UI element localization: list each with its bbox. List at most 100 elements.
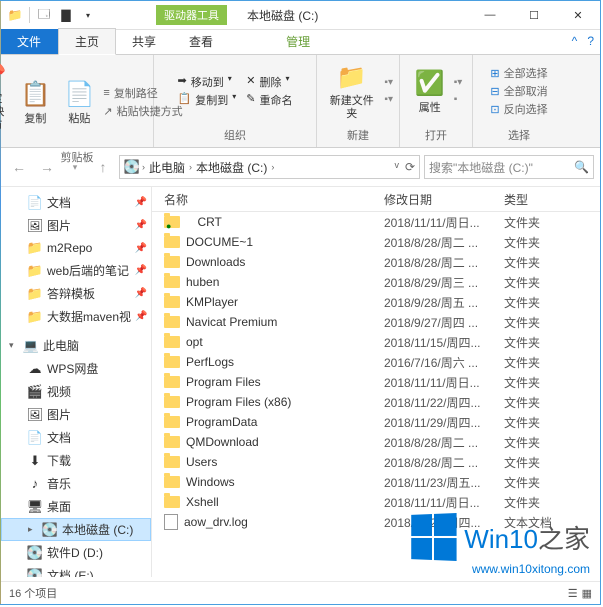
address-box[interactable]: 💽 › 此电脑 › 本地磁盘 (C:) › v ⟳ bbox=[119, 155, 420, 179]
column-headers[interactable]: 名称 修改日期 类型 bbox=[152, 187, 600, 212]
refresh-icon[interactable]: ⟳ bbox=[405, 160, 415, 174]
tree-header[interactable]: ▾💻此电脑 bbox=[1, 334, 151, 357]
maximize-button[interactable]: ☐ bbox=[512, 1, 556, 29]
delete-button[interactable]: ✕删除▾ bbox=[246, 74, 292, 90]
tree-icon: 📁 bbox=[27, 263, 43, 279]
up-button[interactable]: ↑ bbox=[91, 155, 115, 179]
ribbon-tabs: 文件 主页 共享 查看 管理 ^ ? bbox=[1, 30, 600, 55]
tree-item[interactable]: 🖼图片📌 bbox=[1, 214, 151, 237]
tree-item[interactable]: ⬇下载 bbox=[1, 449, 151, 472]
watermark-suffix: 之家 bbox=[538, 524, 590, 554]
file-row[interactable]: huben2018/8/29/周三 ...文件夹 bbox=[152, 272, 600, 292]
file-row[interactable]: KMPlayer2018/9/28/周五 ...文件夹 bbox=[152, 292, 600, 312]
file-row[interactable]: Users2018/8/28/周二 ...文件夹 bbox=[152, 452, 600, 472]
pin-button[interactable]: 📌 固定到"快速访问" bbox=[0, 57, 11, 147]
search-input[interactable]: 搜索"本地磁盘 (C:)" 🔍 bbox=[424, 155, 594, 179]
col-date[interactable]: 修改日期 bbox=[384, 191, 504, 208]
crumb-thispc[interactable]: 此电脑 bbox=[147, 159, 187, 176]
copyto-button[interactable]: 📋复制到▾ bbox=[178, 92, 237, 108]
invert-button[interactable]: ⊡反向选择 bbox=[490, 101, 547, 117]
tree-item[interactable]: ♪音乐 bbox=[1, 472, 151, 495]
tab-home[interactable]: 主页 bbox=[58, 28, 116, 55]
qat-dropdown-icon[interactable]: ▾ bbox=[80, 7, 96, 23]
properties-button[interactable]: ✅ 属性 bbox=[410, 66, 450, 117]
tree-item[interactable]: 🖥桌面 bbox=[1, 495, 151, 518]
tree-item[interactable]: 💽文档 (E:) bbox=[1, 564, 151, 577]
tree-item[interactable]: 🖼图片 bbox=[1, 403, 151, 426]
watermark-brand: Win10 bbox=[464, 524, 538, 554]
file-row[interactable]: Program Files2018/11/11/周日...文件夹 bbox=[152, 372, 600, 392]
close-button[interactable]: ✕ bbox=[556, 1, 600, 29]
col-name[interactable]: 名称 bbox=[152, 191, 384, 208]
copy-button[interactable]: 📋 复制 bbox=[15, 77, 55, 128]
open-icon[interactable]: ▪▾ bbox=[454, 77, 463, 88]
tree-icon: 📁 bbox=[27, 286, 43, 302]
moveto-button[interactable]: ➡移动到▾ bbox=[178, 74, 237, 90]
file-row[interactable]: opt2018/11/15/周四...文件夹 bbox=[152, 332, 600, 352]
file-row[interactable]: DOCUME~12018/8/28/周二 ...文件夹 bbox=[152, 232, 600, 252]
tab-manage[interactable]: 管理 bbox=[270, 29, 327, 54]
tree-item[interactable]: ☁WPS网盘 bbox=[1, 357, 151, 380]
chevron-icon[interactable]: › bbox=[142, 162, 145, 172]
tree-label: 文档 bbox=[47, 429, 71, 446]
tree-item[interactable]: 📁m2Repo📌 bbox=[1, 237, 151, 259]
file-row[interactable]: Navicat Premium2018/9/27/周四 ...文件夹 bbox=[152, 312, 600, 332]
selectnone-button[interactable]: ⊟全部取消 bbox=[490, 83, 547, 99]
paste-button[interactable]: 📄 粘贴 bbox=[59, 77, 99, 128]
expand-icon[interactable]: ▾ bbox=[9, 340, 19, 351]
ribbon: 📌 固定到"快速访问" 📋 复制 📄 粘贴 ≡复制路径 ↗粘贴快捷方式 剪贴板 bbox=[1, 55, 600, 148]
thumbnails-view-icon[interactable]: ▦ bbox=[582, 587, 592, 600]
edit-icon[interactable]: ▪ bbox=[454, 94, 463, 105]
file-row[interactable]: Downloads2018/8/28/周二 ...文件夹 bbox=[152, 252, 600, 272]
tab-share[interactable]: 共享 bbox=[116, 29, 173, 54]
file-row[interactable]: ●CRT2018/11/11/周日...文件夹 bbox=[152, 212, 600, 232]
crumb-drive[interactable]: 本地磁盘 (C:) bbox=[194, 159, 269, 176]
file-row[interactable]: ProgramData2018/11/29/周四...文件夹 bbox=[152, 412, 600, 432]
selectall-button[interactable]: ⊞全部选择 bbox=[490, 65, 547, 81]
forward-button[interactable]: → bbox=[35, 155, 59, 179]
file-row[interactable]: PerfLogs2016/7/16/周六 ...文件夹 bbox=[152, 352, 600, 372]
tree-item[interactable]: 🎬视频 bbox=[1, 380, 151, 403]
addr-dropdown-icon[interactable]: v bbox=[394, 160, 399, 174]
newfolder-button[interactable]: 📁 新建文件夹 bbox=[323, 59, 380, 123]
file-name: Windows bbox=[186, 475, 235, 489]
newfolder-label: 新建文件夹 bbox=[325, 95, 378, 121]
chevron-icon[interactable]: › bbox=[271, 162, 274, 172]
tree-item[interactable]: 📄文档 bbox=[1, 426, 151, 449]
newitem-icon[interactable]: ▪▾ bbox=[384, 77, 393, 88]
file-row[interactable]: Xshell2018/11/11/周日...文件夹 bbox=[152, 492, 600, 512]
tree-item[interactable]: 📁web后端的笔记📌 bbox=[1, 259, 151, 282]
nav-sidebar[interactable]: 📄文档📌🖼图片📌📁m2Repo📌📁web后端的笔记📌📁答辩模板📌📁大数据mave… bbox=[1, 187, 152, 577]
file-row[interactable]: Windows2018/11/23/周五...文件夹 bbox=[152, 472, 600, 492]
file-row[interactable]: QMDownload2018/8/28/周二 ...文件夹 bbox=[152, 432, 600, 452]
details-view-icon[interactable]: ☰ bbox=[568, 587, 578, 600]
pin-icon: 📌 bbox=[135, 288, 147, 299]
easyaccess-icon[interactable]: ▪▾ bbox=[384, 94, 393, 105]
tree-label: WPS网盘 bbox=[47, 360, 98, 377]
tree-item[interactable]: 📁答辩模板📌 bbox=[1, 282, 151, 305]
file-name: ProgramData bbox=[186, 415, 257, 429]
tab-file[interactable]: 文件 bbox=[1, 29, 58, 54]
file-date: 2018/11/22/周四... bbox=[384, 394, 504, 411]
newfolder-icon[interactable]: ▇ bbox=[58, 7, 74, 23]
properties-icon[interactable]: 🗔 bbox=[36, 7, 52, 23]
minimize-button[interactable]: — bbox=[468, 1, 512, 29]
group-organize-label: 组织 bbox=[224, 125, 246, 145]
tree-item[interactable]: 📄文档📌 bbox=[1, 191, 151, 214]
help-icon[interactable]: ? bbox=[587, 34, 594, 48]
tree-item[interactable]: 💽软件D (D:) bbox=[1, 541, 151, 564]
folder-icon bbox=[164, 416, 180, 428]
rename-button[interactable]: ✎重命名 bbox=[246, 92, 292, 108]
tab-view[interactable]: 查看 bbox=[173, 29, 230, 54]
ribbon-collapse-icon[interactable]: ^ bbox=[572, 34, 578, 48]
col-type[interactable]: 类型 bbox=[504, 191, 564, 208]
chevron-icon[interactable]: › bbox=[189, 162, 192, 172]
file-date: 2018/11/23/周五... bbox=[384, 474, 504, 491]
expand-icon[interactable]: ▸ bbox=[28, 524, 38, 535]
back-button[interactable]: ← bbox=[7, 155, 31, 179]
tree-item[interactable]: ▸💽本地磁盘 (C:) bbox=[1, 518, 151, 541]
file-date: 2018/8/28/周二 ... bbox=[384, 234, 504, 251]
qat-separator bbox=[29, 7, 30, 23]
tree-item[interactable]: 📁大数据maven视📌 bbox=[1, 305, 151, 328]
file-row[interactable]: Program Files (x86)2018/11/22/周四...文件夹 bbox=[152, 392, 600, 412]
